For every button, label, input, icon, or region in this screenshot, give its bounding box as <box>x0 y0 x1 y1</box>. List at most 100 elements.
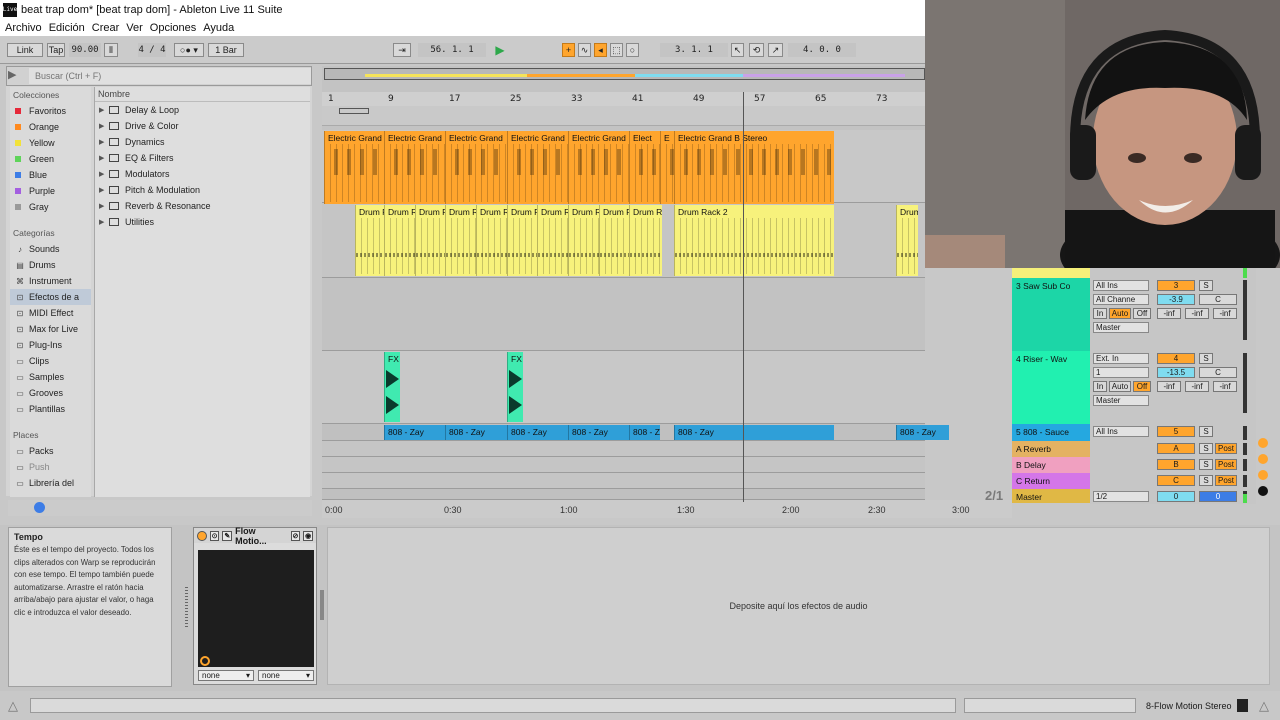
clip-electric[interactable]: Electric Grand <box>507 131 568 204</box>
category-item[interactable]: ▭ Samples <box>10 369 91 385</box>
browser-toggle-icon[interactable]: ▶ <box>8 68 16 81</box>
overdub-icon[interactable]: + <box>562 43 575 57</box>
loop-start-field[interactable]: 3. 1. 1 <box>660 43 728 57</box>
arrangement-overview[interactable] <box>324 68 925 80</box>
link-button[interactable]: Link <box>7 43 43 57</box>
capture-icon[interactable]: ⬚ <box>610 43 623 57</box>
master-track-name[interactable]: Master <box>1012 489 1090 505</box>
mixer-section-toggle-icon[interactable] <box>1258 454 1268 464</box>
clip-fx[interactable]: FX <box>384 352 400 422</box>
search-input[interactable] <box>29 68 311 84</box>
folder-row[interactable]: ▶ Pitch & Modulation <box>95 182 310 198</box>
place-item[interactable]: ▭ Push <box>10 459 91 475</box>
category-item[interactable]: ⊡ Plug-Ins <box>10 337 91 353</box>
folder-row[interactable]: ▶ Reverb & Resonance <box>95 198 310 214</box>
xy-pad[interactable] <box>198 550 314 667</box>
solo-button[interactable]: S <box>1199 475 1213 486</box>
xy-handle-icon[interactable] <box>200 656 210 666</box>
clip-drum[interactable]: Drum R <box>384 205 415 276</box>
folder-row[interactable]: ▶ Dynamics <box>95 134 310 150</box>
clip-electric[interactable]: Electric Grand B Stereo <box>674 131 834 204</box>
solo-button[interactable]: S <box>1199 353 1213 364</box>
solo-button[interactable]: S <box>1199 280 1213 291</box>
send-b-field[interactable]: -inf <box>1185 308 1209 319</box>
beat-ruler[interactable]: 1 9 17 25 33 41 49 57 65 73 <box>322 92 925 106</box>
collection-item[interactable]: Yellow <box>10 135 91 151</box>
folder-row[interactable]: ▶ Drive & Color <box>95 118 310 134</box>
collection-item[interactable]: Blue <box>10 167 91 183</box>
send-b-field[interactable]: -inf <box>1185 381 1209 392</box>
return-activator-button[interactable]: C <box>1157 475 1195 486</box>
menu-crear[interactable]: Crear <box>92 22 120 34</box>
pre-post-button[interactable]: Post <box>1215 459 1237 470</box>
category-item[interactable]: ⊡ Efectos de a <box>10 289 91 305</box>
device-settings-icon[interactable]: ⊘ <box>290 530 301 541</box>
song-position-field[interactable]: 56. 1. 1 <box>418 43 486 57</box>
pan-field[interactable]: C <box>1199 367 1237 378</box>
preview-icon[interactable] <box>34 502 45 513</box>
solo-button[interactable]: S <box>1199 426 1213 437</box>
return-track-name[interactable]: B Delay <box>1012 457 1090 473</box>
track-activator-button[interactable]: 3 <box>1157 280 1195 291</box>
master-cue-field[interactable]: 0 <box>1157 491 1195 502</box>
clip-bass[interactable]: 808 - Zay <box>445 425 507 440</box>
track-activator-button[interactable]: 5 <box>1157 426 1195 437</box>
folder-row[interactable]: ▶ EQ & Filters <box>95 150 310 166</box>
menu-archivo[interactable]: Archivo <box>5 22 42 34</box>
clip-drum[interactable]: Drum R <box>355 205 384 276</box>
loop-length-field[interactable]: 4. 0. 0 <box>788 43 856 57</box>
expand-icon[interactable]: ▶ <box>99 202 109 210</box>
tempo-field[interactable]: 90.00 <box>69 43 101 57</box>
loop-switch-icon[interactable]: ⟲ <box>749 43 764 57</box>
triangle-up-icon[interactable]: △ <box>8 698 18 714</box>
back-to-arrangement-icon[interactable]: ◂ <box>594 43 607 57</box>
clip-bass[interactable]: 808 - Zay <box>384 425 445 440</box>
clip-drum[interactable]: Drum R <box>568 205 599 276</box>
device-select-2[interactable]: none ▾ <box>258 670 314 681</box>
expand-icon[interactable]: ▶ <box>99 218 109 226</box>
mixer-section-toggle-icon[interactable] <box>1258 486 1268 496</box>
solo-button[interactable]: S <box>1199 443 1213 454</box>
play-button[interactable]: ▶ <box>493 43 507 57</box>
punch-in-icon[interactable]: ↖ <box>731 43 744 57</box>
monitor-off-button[interactable]: Off <box>1133 308 1151 319</box>
place-item[interactable]: ▭ Librería del <box>10 475 91 491</box>
send-c-field[interactable]: -inf <box>1213 308 1237 319</box>
audio-effects-dropzone[interactable]: Deposite aquí los efectos de audio <box>327 527 1270 685</box>
clip-fx[interactable]: FX <box>507 352 523 422</box>
clip-electric[interactable]: Electric Grand <box>384 131 445 204</box>
input-type-select[interactable]: Ext. In <box>1093 353 1149 364</box>
send-a-field[interactable]: -inf <box>1157 308 1181 319</box>
expand-icon[interactable]: ▶ <box>99 170 109 178</box>
place-item[interactable]: ▭ Packs <box>10 443 91 459</box>
clip-drum[interactable]: Drum R <box>507 205 537 276</box>
folder-row[interactable]: ▶ Modulators <box>95 166 310 182</box>
category-item[interactable]: ♪ Sounds <box>10 241 91 257</box>
clip-electric[interactable]: Electric Grand <box>324 131 384 204</box>
collection-item[interactable]: Purple <box>10 183 91 199</box>
clip-bass[interactable]: 808 - Zay <box>896 425 949 440</box>
clip-bass[interactable]: 808 - Z <box>629 425 660 440</box>
category-item[interactable]: ⊡ MIDI Effect <box>10 305 91 321</box>
clip-drum[interactable]: Drum R <box>599 205 629 276</box>
track-name-riser[interactable]: 4 Riser - Wav <box>1012 351 1090 367</box>
expand-icon[interactable]: ▶ <box>99 186 109 194</box>
input-channel-select[interactable]: 1 <box>1093 367 1149 378</box>
expand-icon[interactable]: ▶ <box>99 154 109 162</box>
collection-item[interactable]: Green <box>10 151 91 167</box>
automation-arm-icon[interactable]: ∿ <box>578 43 591 57</box>
return-activator-button[interactable]: A <box>1157 443 1195 454</box>
clip-electric[interactable]: Elect <box>629 131 660 204</box>
collection-item[interactable]: Gray <box>10 199 91 215</box>
collection-item[interactable]: Orange <box>10 119 91 135</box>
device-menu-icon[interactable]: ◉ <box>303 530 313 541</box>
send-c-field[interactable]: -inf <box>1213 381 1237 392</box>
edit-icon[interactable]: ✎ <box>222 530 233 541</box>
category-item[interactable]: ▭ Plantillas <box>10 401 91 417</box>
monitor-auto-button[interactable]: Auto <box>1109 381 1131 392</box>
pan-field[interactable]: C <box>1199 294 1237 305</box>
triangle-up-icon[interactable]: △ <box>1259 698 1269 714</box>
input-type-select[interactable]: All Ins <box>1093 426 1149 437</box>
output-select[interactable]: Master <box>1093 395 1149 406</box>
folder-row[interactable]: ▶ Utilities <box>95 214 310 230</box>
